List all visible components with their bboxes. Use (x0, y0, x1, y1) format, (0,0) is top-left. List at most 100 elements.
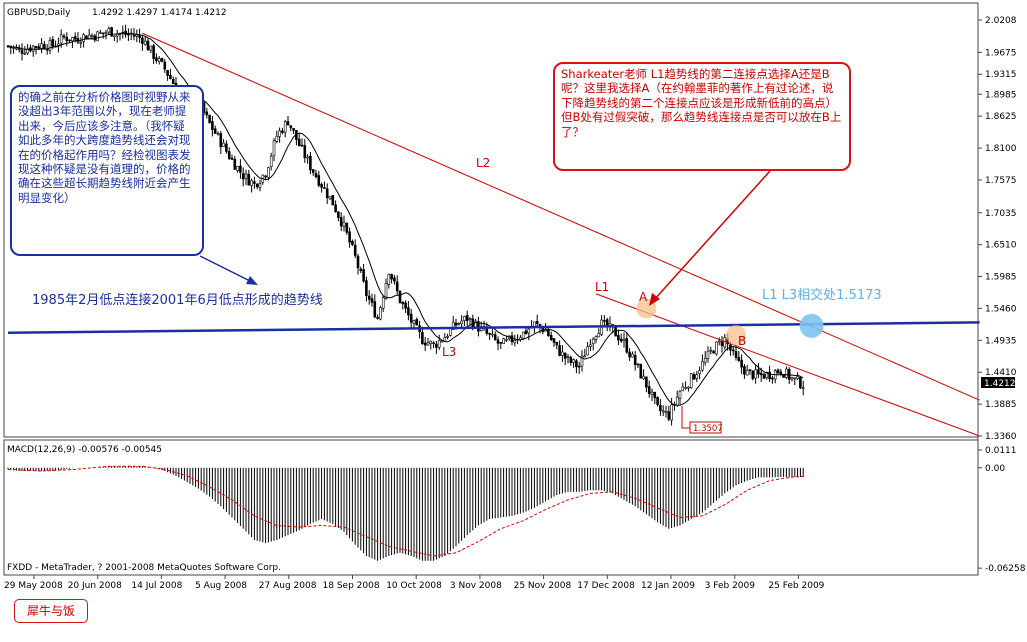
candle-body (667, 411, 671, 420)
candle-body (415, 319, 419, 326)
candle-body (552, 338, 556, 343)
time-tick-label: 5 Aug 2008 (195, 581, 247, 591)
candle-body (801, 387, 805, 389)
candle-body (297, 138, 301, 147)
candle-body (533, 321, 536, 327)
intersection-label: L1 L3相交处1.5173 (762, 287, 882, 303)
candle-body (171, 79, 175, 85)
candle-body (404, 302, 407, 309)
time-tick-label: 3 Feb 2009 (705, 581, 756, 591)
time-tick-label: 3 Nov 2008 (450, 581, 502, 591)
intersection-highlight (799, 313, 824, 338)
candle-body (208, 114, 211, 123)
time-tick-label: 10 Oct 2008 (386, 581, 442, 591)
candle-body (432, 342, 435, 344)
label-B: B (738, 334, 746, 348)
candle-body (247, 174, 251, 186)
candle-body (594, 336, 598, 340)
candle-body (505, 338, 508, 341)
candle-body (258, 182, 262, 188)
candle-body (342, 221, 346, 227)
candle-body (575, 360, 578, 368)
candle-body (317, 175, 321, 186)
candle-body (449, 328, 452, 336)
candle-body (412, 320, 416, 324)
candle-body (429, 341, 433, 344)
candle-body (566, 356, 570, 358)
candle-body (572, 359, 575, 363)
candle-body (160, 58, 164, 62)
candle-body (328, 196, 332, 200)
candle-body (146, 40, 150, 51)
candle-body (393, 277, 396, 282)
candle-body (407, 307, 410, 316)
candle-body (555, 341, 559, 346)
candle-body (300, 144, 304, 147)
candle-body (463, 316, 466, 321)
candle-body (496, 339, 500, 344)
current-price-label: 1.4212 (984, 379, 1016, 389)
candle-body (650, 391, 654, 395)
candle-body (233, 158, 237, 170)
candle-body (757, 369, 760, 375)
candle-body (65, 36, 69, 42)
macd-tick-label: -0.06258 (985, 564, 1026, 574)
candle-body (513, 340, 517, 344)
candle-body (239, 165, 242, 173)
candle-body (323, 187, 326, 189)
candle-body (278, 130, 281, 137)
candle-body (289, 125, 293, 129)
left-annotation-box: 的确之前在分析价格图时视野从来没超出3年范围以外，现在老师提出来，今后应该多注意… (10, 85, 204, 256)
candle-body (236, 166, 239, 171)
label-L3: L3 (442, 345, 456, 359)
candle-body (353, 244, 357, 256)
label-A: A (639, 290, 648, 304)
candle-body (107, 28, 111, 33)
candle-body (619, 338, 623, 342)
candle-body (561, 351, 564, 356)
candle-body (675, 396, 679, 406)
macd-title: MACD(12,26,9) -0.00576 -0.00545 (7, 445, 162, 455)
candle-body (491, 333, 494, 336)
candle-body (376, 316, 379, 319)
candle-body (793, 377, 797, 380)
time-tick-label: 14 Jul 2008 (131, 581, 182, 591)
chart-window: GBPUSD,Daily 1.4292 1.4297 1.4174 1.4212… (0, 0, 1027, 638)
candle-body (387, 273, 391, 285)
candle-body (720, 341, 724, 347)
candle-body (799, 376, 802, 389)
candle-body (132, 34, 136, 37)
candle-body (745, 369, 749, 376)
candle-body (488, 332, 491, 335)
macd-tick-label: 0.0111 (985, 446, 1017, 456)
candle-body (272, 140, 276, 157)
candle-body (656, 397, 659, 406)
candle-body (379, 307, 382, 320)
candle-body (20, 49, 24, 54)
candle-body (267, 167, 270, 178)
candle-body (409, 313, 413, 323)
candle-body (558, 345, 561, 356)
candle-body (23, 52, 27, 55)
candle-body (250, 180, 253, 186)
candle-body (796, 376, 799, 380)
candle-body (141, 37, 144, 44)
low-label: 1.3507 (693, 424, 723, 434)
candle-body (639, 364, 643, 379)
candle-body (457, 323, 461, 325)
candle-body (71, 37, 74, 42)
candle-body (549, 335, 553, 340)
candle-body (292, 128, 295, 131)
candle-body (768, 371, 771, 380)
candle-body (381, 297, 385, 309)
price-tick-label: 1.8625 (985, 112, 1017, 122)
candle-body (351, 240, 354, 245)
candle-body (96, 31, 99, 42)
price-tick-label: 1.6510 (985, 241, 1017, 251)
candle-body (155, 57, 158, 62)
price-tick-label: 1.7035 (985, 209, 1017, 219)
footer-copyright: FXDD - MetaTrader, ? 2001-2008 MetaQuote… (7, 563, 281, 573)
candle-body (222, 142, 225, 147)
candle-body (73, 36, 77, 40)
right-annotation-box: Sharkeater老师 L1趋势线的第二连接点选择A还是B呢？这里我选择A（在… (553, 62, 851, 171)
